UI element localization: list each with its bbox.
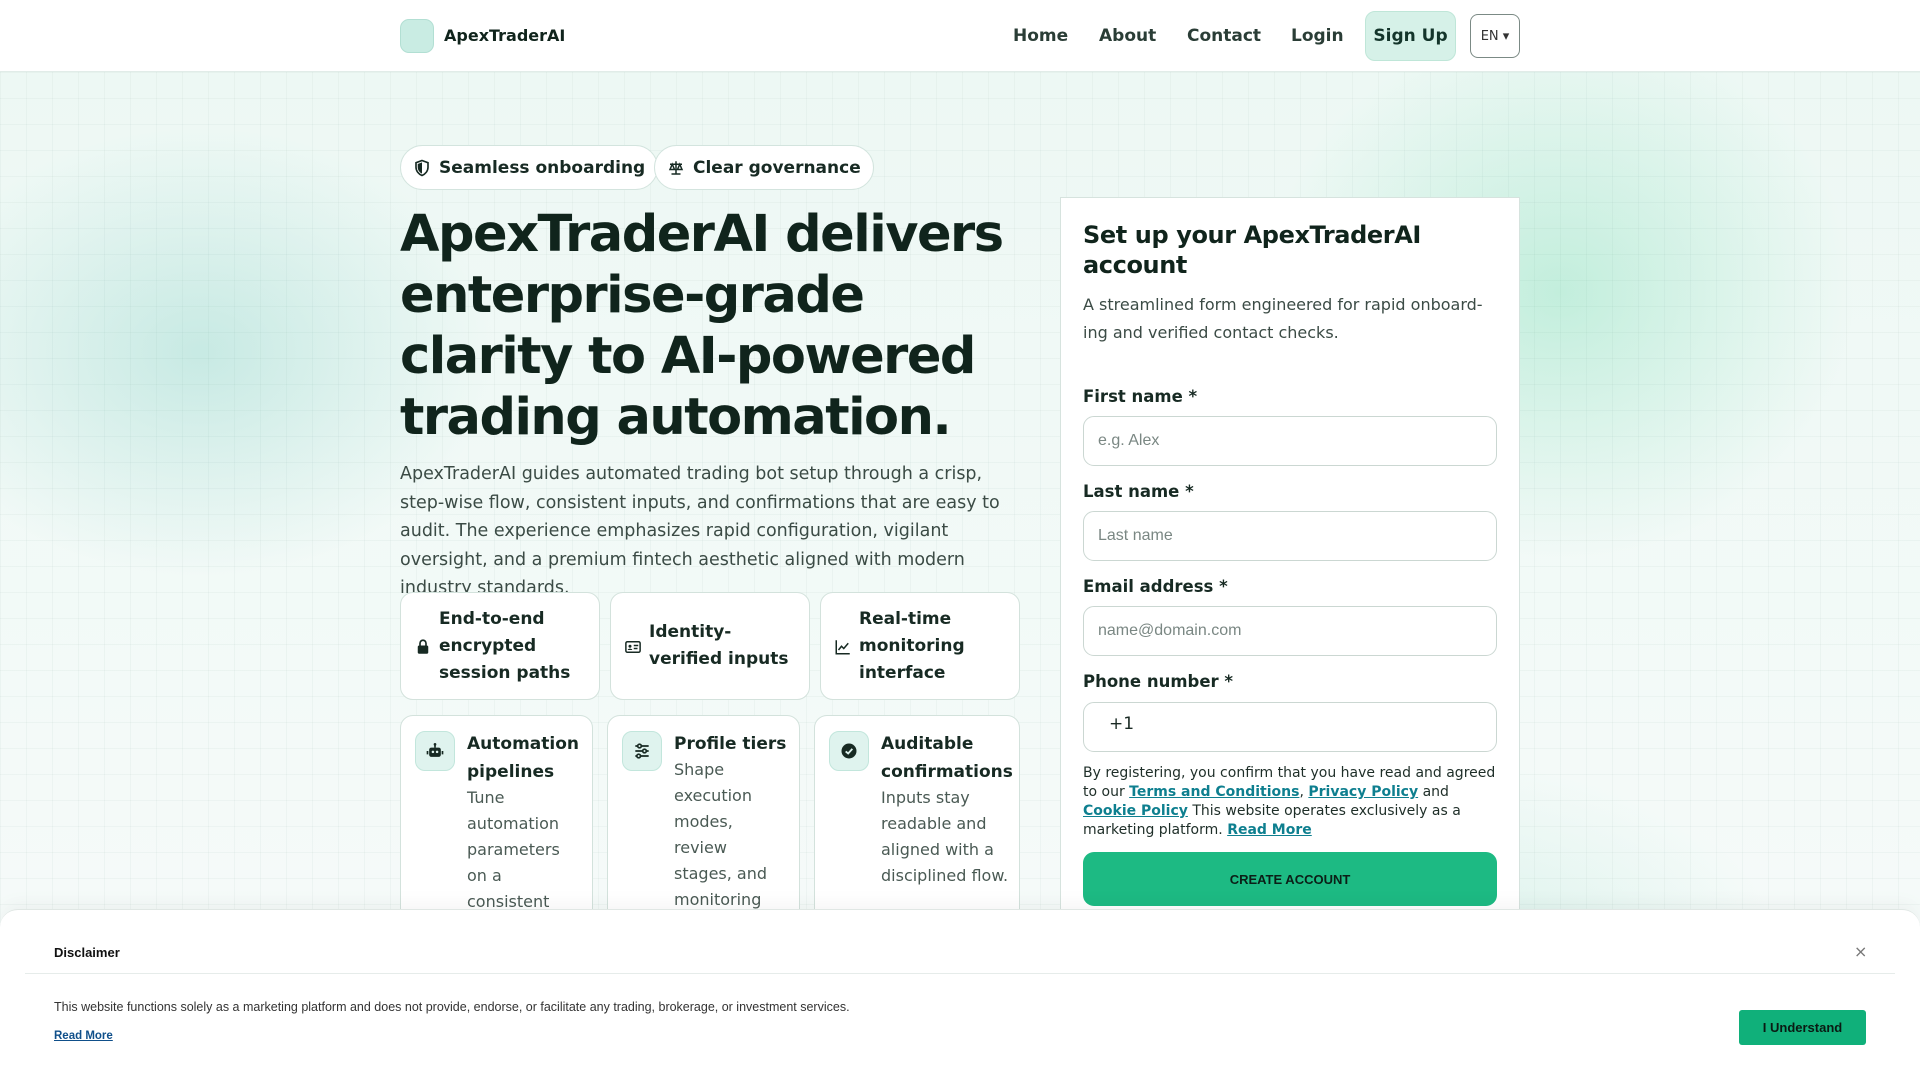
nav-home-link[interactable]: Home xyxy=(1013,26,1068,46)
nav-item-contact[interactable]: Contact xyxy=(1187,0,1261,72)
disclaimer-read-more-link[interactable]: Read More xyxy=(54,1030,113,1042)
divider xyxy=(25,973,1895,974)
nav-item-login[interactable]: Login xyxy=(1291,0,1344,72)
disclaimer-banner: Disclaimer × This website functions sole… xyxy=(0,909,1920,1080)
feature-label: End-to-end encrypted session paths xyxy=(439,608,571,683)
disclaimer-text: This website functions solely as a marke… xyxy=(54,1000,850,1014)
nav-item-home[interactable]: Home xyxy=(1013,0,1068,72)
signup-form: Set up your ApexTraderAI account A strea… xyxy=(1060,197,1520,937)
id-card-icon xyxy=(625,641,641,653)
card-description: Inputs stay readable and aligned with a … xyxy=(881,788,1009,885)
phone-input[interactable] xyxy=(1083,702,1497,752)
card-title: Automation pipelines xyxy=(467,734,579,782)
feature-label: Real-time monitoring interface xyxy=(859,608,965,683)
pill-label: Seamless onboarding xyxy=(439,157,646,178)
form-title: Set up your ApexTraderAI account xyxy=(1083,221,1421,279)
card-profile-tiers: Profile tiers Shape execution modes, rev… xyxy=(607,715,800,935)
card-description: Tune automation parameters on a consiste… xyxy=(467,788,560,911)
brand-name[interactable]: ApexTraderAI xyxy=(444,26,565,45)
terms-link[interactable]: Terms and Conditions xyxy=(1129,784,1299,800)
card-automation-pipelines: Automation pipelines Tune automation par… xyxy=(400,715,593,935)
first-name-label: First name * xyxy=(1083,387,1198,406)
language-select[interactable]: EN ▾ xyxy=(1470,14,1520,58)
scale-balance-icon xyxy=(668,160,684,175)
card-icon-badge xyxy=(829,731,869,771)
form-subtitle: A streamlined form engineered for rapid … xyxy=(1083,295,1483,342)
phone-label: Phone number * xyxy=(1083,672,1234,691)
nav-login-link[interactable]: Login xyxy=(1291,26,1344,46)
cookie-policy-link[interactable]: Cookie Policy xyxy=(1083,803,1188,819)
feature-encrypted-sessions: End-to-end encrypted session paths xyxy=(400,592,600,700)
card-title: Profile tiers xyxy=(674,734,787,754)
chart-line-icon xyxy=(835,640,850,655)
create-account-button[interactable]: CREATE ACCOUNT xyxy=(1083,852,1497,906)
i-understand-button[interactable]: I Understand xyxy=(1739,1010,1866,1045)
first-name-input[interactable] xyxy=(1083,416,1497,466)
card-auditable-confirmations: Auditable confirmations Inputs stay read… xyxy=(814,715,1020,935)
disclaimer-title: Disclaimer xyxy=(54,945,120,960)
card-title: Auditable confirmations xyxy=(881,734,1013,782)
robot-icon xyxy=(426,743,444,757)
close-icon[interactable]: × xyxy=(1854,942,1867,961)
legal-consent-text: By registering, you confirm that you hav… xyxy=(1083,765,1496,838)
sliders-icon xyxy=(635,743,649,759)
email-input[interactable] xyxy=(1083,606,1497,656)
feature-realtime-monitoring: Real-time monitoring interface xyxy=(820,592,1020,700)
nav-about-link[interactable]: About xyxy=(1099,26,1156,46)
feature-label: Identity-verified inputs xyxy=(649,622,789,669)
email-label: Email address * xyxy=(1083,577,1228,596)
card-icon-badge xyxy=(415,731,455,771)
shield-icon xyxy=(415,159,429,176)
legal-read-more-link[interactable]: Read More xyxy=(1227,822,1312,838)
last-name-input[interactable] xyxy=(1083,511,1497,561)
last-name-label: Last name * xyxy=(1083,482,1194,501)
phone-country-code[interactable]: +1 xyxy=(1109,714,1134,734)
hero-headline: ApexTraderAI delivers enterprise-grade c… xyxy=(400,205,1004,447)
lock-icon xyxy=(417,639,429,654)
hero-lead-paragraph: ApexTraderAI guides automated trading bo… xyxy=(400,464,1000,598)
card-icon-badge xyxy=(622,731,662,771)
nav-contact-link[interactable]: Contact xyxy=(1187,26,1261,46)
pill-seamless-onboarding: Seamless onboarding xyxy=(400,145,659,190)
pill-clear-governance: Clear governance xyxy=(654,145,874,190)
top-navigation-bar: ApexTraderAI Home About Contact Login Si… xyxy=(0,0,1920,72)
feature-identity-verified: Identity-verified inputs xyxy=(610,592,810,700)
nav-item-about[interactable]: About xyxy=(1099,0,1156,72)
check-circle-icon xyxy=(841,743,857,759)
brand-logo-icon[interactable] xyxy=(400,19,434,53)
privacy-link[interactable]: Privacy Policy xyxy=(1308,784,1418,800)
legal-and: and xyxy=(1422,784,1449,800)
signup-button[interactable]: Sign Up xyxy=(1365,11,1456,61)
pill-label: Clear governance xyxy=(693,157,861,178)
